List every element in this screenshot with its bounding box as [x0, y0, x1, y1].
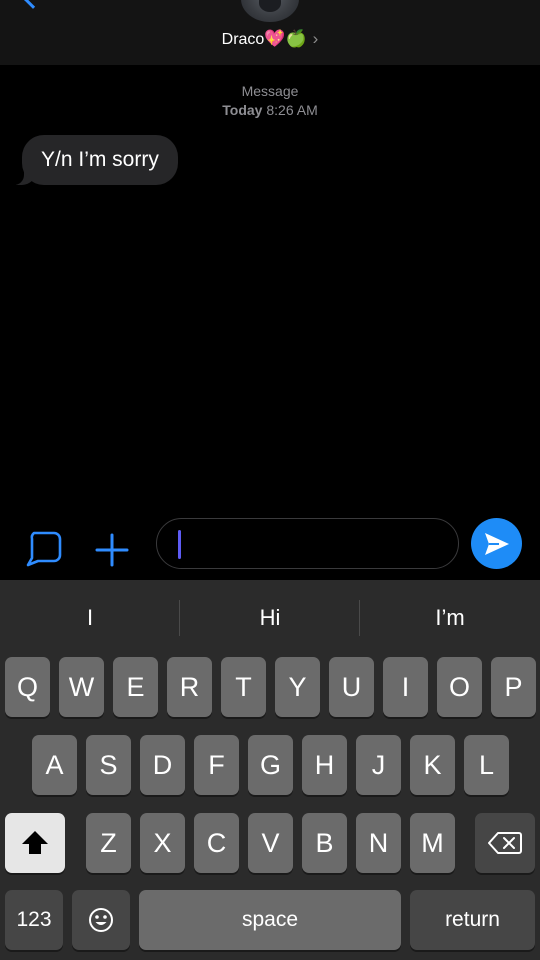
key-v[interactable]: V — [248, 813, 293, 873]
emoji-icon — [89, 908, 113, 932]
compose-bar — [0, 510, 540, 580]
key-z[interactable]: Z — [86, 813, 131, 873]
delete-key[interactable] — [475, 813, 535, 873]
key-j[interactable]: J — [356, 735, 401, 795]
timestamp-time: 8:26 AM — [266, 102, 318, 118]
chevron-right-icon[interactable]: › — [313, 29, 319, 48]
key-d[interactable]: D — [140, 735, 185, 795]
key-i[interactable]: I — [383, 657, 428, 717]
key-k[interactable]: K — [410, 735, 455, 795]
numbers-key[interactable]: 123 — [5, 890, 63, 950]
predictive-bar: I Hi I’m — [0, 580, 540, 655]
emoji-key[interactable] — [72, 890, 130, 950]
key-n[interactable]: N — [356, 813, 401, 873]
prediction-2[interactable]: Hi — [180, 600, 360, 636]
plus-icon[interactable] — [94, 532, 130, 568]
contact-avatar[interactable] — [241, 0, 299, 22]
key-x[interactable]: X — [140, 813, 185, 873]
space-key[interactable]: space — [139, 890, 401, 950]
key-o[interactable]: O — [437, 657, 482, 717]
arrow-send-icon — [485, 533, 509, 555]
key-q[interactable]: Q — [5, 657, 50, 717]
contact-name[interactable]: Draco — [222, 31, 265, 48]
prediction-1[interactable]: I — [0, 600, 180, 636]
key-a[interactable]: A — [32, 735, 77, 795]
key-w[interactable]: W — [59, 657, 104, 717]
timestamp-day: Today — [222, 102, 263, 118]
contact-emojis: 💖🍏 — [264, 29, 307, 49]
contact-title[interactable]: Draco💖🍏 › — [0, 28, 540, 51]
message-input[interactable] — [156, 518, 459, 569]
text-caret — [178, 530, 181, 559]
key-p[interactable]: P — [491, 657, 536, 717]
message-bubble[interactable]: Y/n I’m sorry — [22, 135, 178, 185]
key-c[interactable]: C — [194, 813, 239, 873]
keyboard: I Hi I’m Q W E R T Y U I O P A S D F G H… — [0, 580, 540, 960]
key-s[interactable]: S — [86, 735, 131, 795]
backspace-icon — [488, 832, 522, 854]
key-b[interactable]: B — [302, 813, 347, 873]
received-message[interactable]: Y/n I’m sorry — [10, 135, 178, 185]
key-m[interactable]: M — [410, 813, 455, 873]
key-l[interactable]: L — [464, 735, 509, 795]
back-chevron-icon[interactable] — [23, 0, 43, 9]
shift-key[interactable] — [5, 813, 65, 873]
send-button[interactable] — [471, 518, 522, 569]
key-e[interactable]: E — [113, 657, 158, 717]
key-u[interactable]: U — [329, 657, 374, 717]
prediction-3[interactable]: I’m — [360, 600, 540, 636]
message-timestamp: Message Today 8:26 AM — [0, 82, 540, 120]
app-store-icon[interactable] — [22, 527, 64, 569]
key-y[interactable]: Y — [275, 657, 320, 717]
key-g[interactable]: G — [248, 735, 293, 795]
key-t[interactable]: T — [221, 657, 266, 717]
service-label: Message — [241, 83, 299, 99]
shift-icon — [22, 831, 48, 854]
key-r[interactable]: R — [167, 657, 212, 717]
key-f[interactable]: F — [194, 735, 239, 795]
return-key[interactable]: return — [410, 890, 535, 950]
key-h[interactable]: H — [302, 735, 347, 795]
conversation-header: Draco💖🍏 › — [0, 0, 540, 65]
